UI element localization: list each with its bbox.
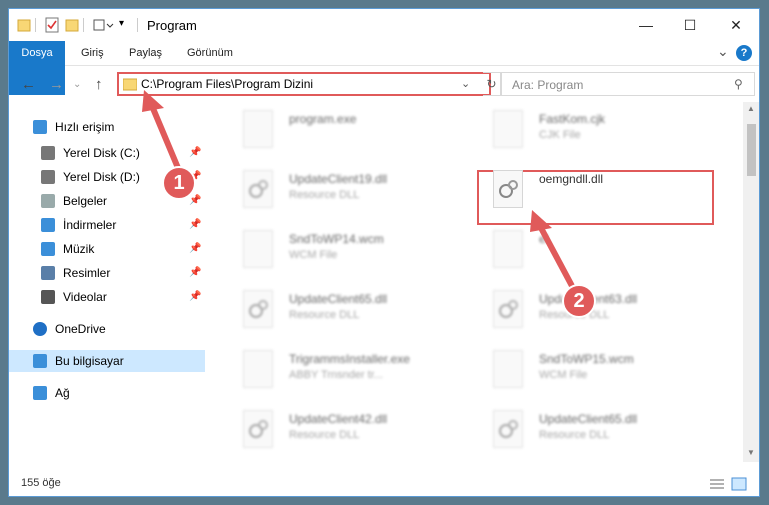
annotation-arrows <box>142 90 575 288</box>
arrow-1-head <box>142 90 164 112</box>
step-2-badge: 2 <box>562 284 596 318</box>
arrow-1 <box>149 104 181 170</box>
step-1-badge: 1 <box>162 166 196 200</box>
arrow-2-head <box>530 210 552 232</box>
arrow-2 <box>537 224 575 288</box>
